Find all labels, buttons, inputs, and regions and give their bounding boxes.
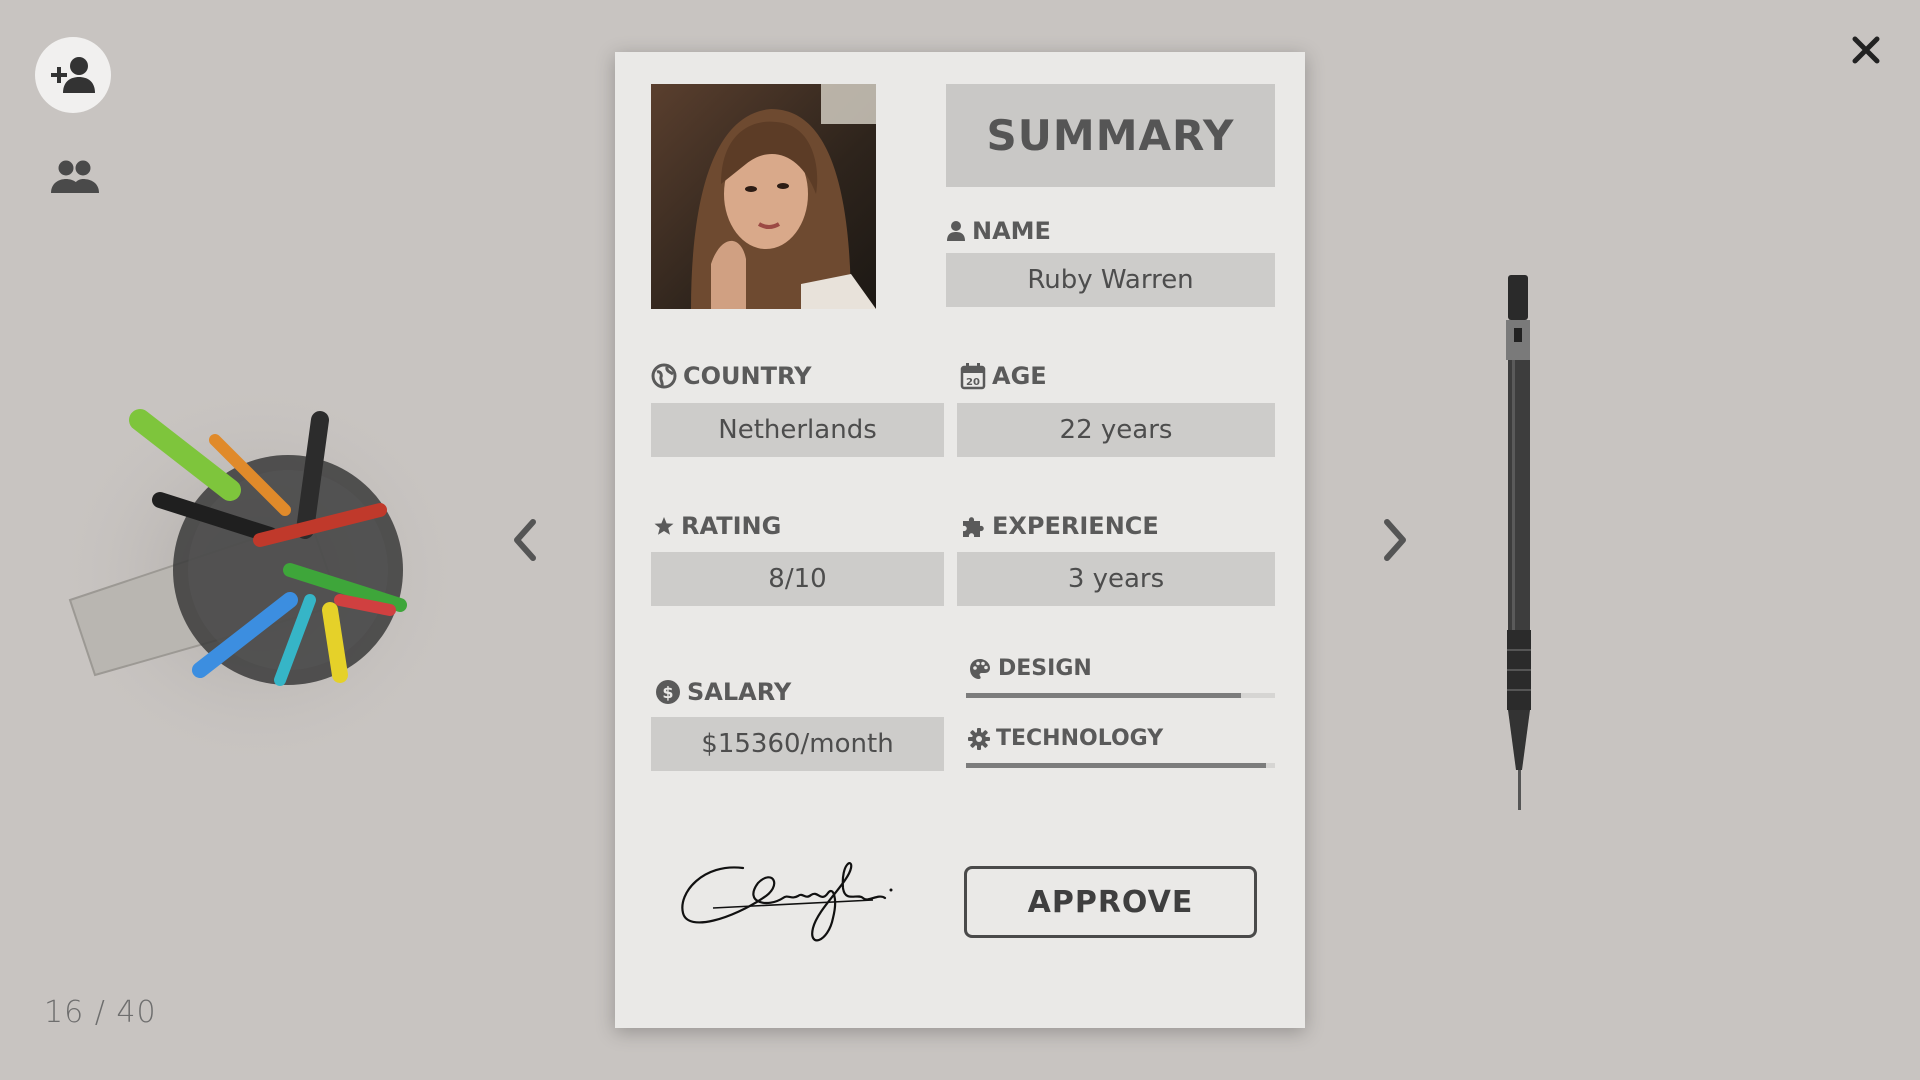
salary-label: SALARY [687, 678, 792, 706]
summary-title: SUMMARY [946, 84, 1275, 187]
calendar-icon: 20 [960, 362, 986, 390]
age-label-row: 20 AGE [960, 362, 1047, 390]
add-person-button[interactable] [35, 37, 111, 113]
pen-holder-image [40, 360, 480, 780]
design-label: DESIGN [998, 656, 1092, 681]
palette-icon [968, 657, 992, 681]
name-label-row: NAME [946, 217, 1051, 245]
experience-label-row: EXPERIENCE [960, 512, 1159, 540]
gear-icon [968, 727, 990, 750]
svg-text:20: 20 [966, 377, 980, 388]
age-label: AGE [992, 362, 1047, 390]
technology-skill-bar [966, 763, 1275, 768]
country-value: Netherlands [651, 403, 944, 457]
close-button[interactable] [1848, 32, 1884, 68]
country-label-row: COUNTRY [651, 362, 812, 390]
close-icon [1852, 36, 1880, 64]
person-icon [946, 220, 966, 242]
pencil-image [1490, 270, 1550, 830]
dollar-icon: $ [655, 679, 681, 705]
puzzle-icon [960, 513, 986, 539]
svg-text:$: $ [662, 683, 673, 702]
experience-label: EXPERIENCE [992, 512, 1159, 540]
profile-card: SUMMARY NAME Ruby Warren COUNTRY Netherl… [615, 52, 1305, 1028]
design-skill-bar [966, 693, 1275, 698]
age-value: 22 years [957, 403, 1275, 457]
salary-value: $15360/month [651, 717, 944, 771]
signature [673, 848, 903, 958]
chevron-right-icon [1381, 518, 1411, 562]
design-label-row: DESIGN [968, 656, 1092, 681]
experience-value: 3 years [957, 552, 1275, 606]
page-counter: 16 / 40 [44, 995, 157, 1030]
person-add-icon [49, 55, 97, 95]
salary-label-row: $ SALARY [655, 678, 791, 706]
rating-label-row: RATING [653, 512, 781, 540]
technology-label: TECHNOLOGY [996, 726, 1164, 751]
previous-button[interactable] [502, 512, 546, 568]
profile-photo [651, 84, 876, 309]
name-value: Ruby Warren [946, 253, 1275, 307]
design-skill-fill [966, 693, 1241, 698]
star-icon [653, 515, 675, 537]
people-group-icon [50, 159, 100, 195]
globe-icon [651, 363, 677, 389]
rating-label: RATING [681, 512, 782, 540]
technology-label-row: TECHNOLOGY [968, 726, 1163, 751]
people-list-button[interactable] [47, 155, 103, 199]
next-button[interactable] [1374, 512, 1418, 568]
name-label: NAME [972, 217, 1051, 245]
chevron-left-icon [509, 518, 539, 562]
technology-skill-fill [966, 763, 1266, 768]
country-label: COUNTRY [683, 362, 812, 390]
rating-value: 8/10 [651, 552, 944, 606]
approve-button[interactable]: APPROVE [964, 866, 1257, 938]
